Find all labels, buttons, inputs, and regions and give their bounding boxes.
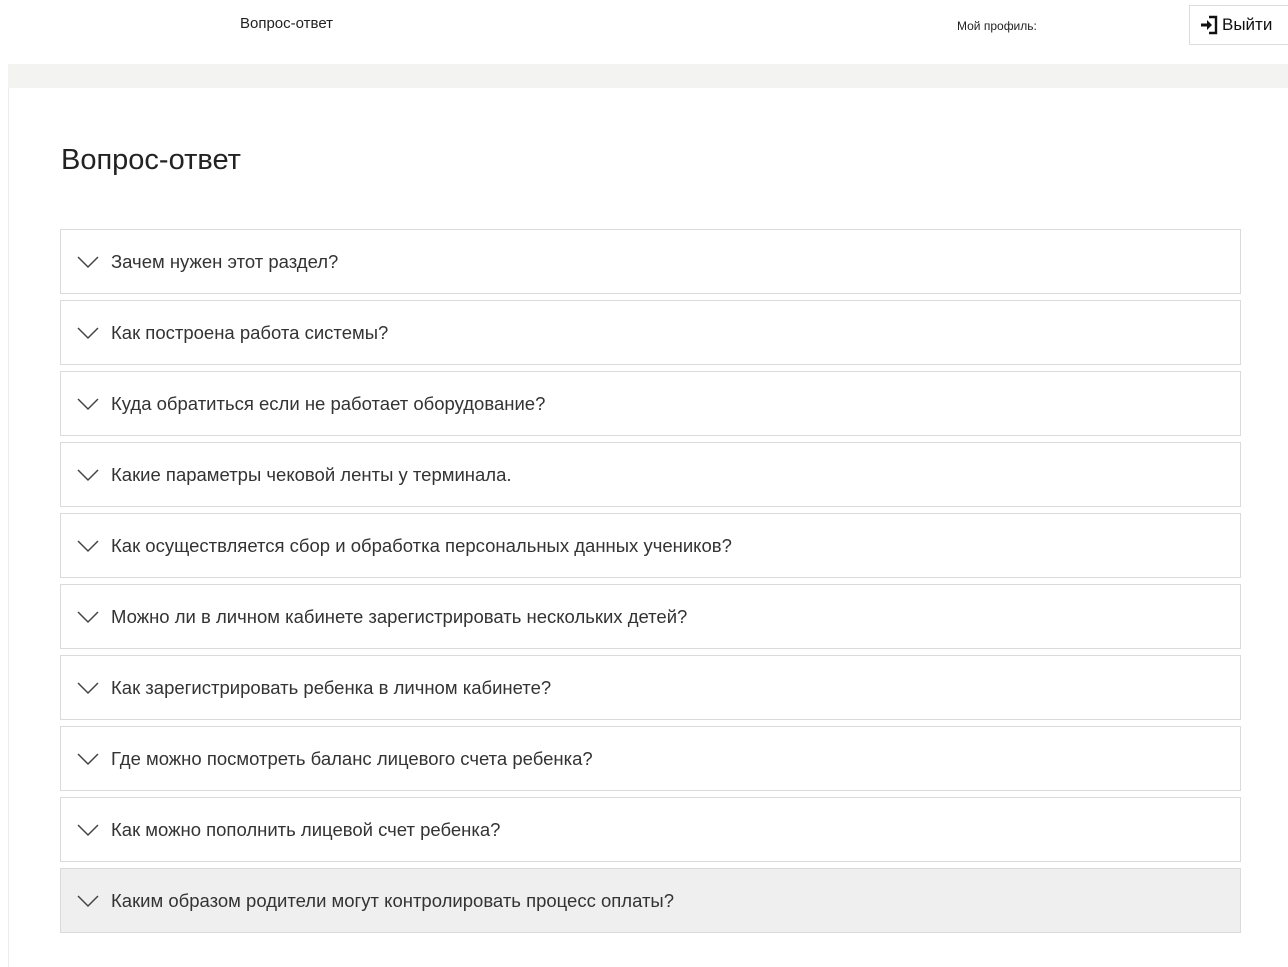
chevron-down-icon <box>77 468 99 482</box>
faq-item[interactable]: Куда обратиться если не работает оборудо… <box>60 371 1241 436</box>
chevron-down-icon <box>77 681 99 695</box>
faq-question: Как осуществляется сбор и обработка перс… <box>111 534 732 556</box>
top-bar: Вопрос-ответ Мой профиль: Выйти <box>0 0 1288 64</box>
faq-question: Как построена работа системы? <box>111 321 389 343</box>
chevron-down-icon <box>77 539 99 553</box>
faq-item[interactable]: Где можно посмотреть баланс лицевого сче… <box>60 726 1241 791</box>
logout-button[interactable]: Выйти <box>1189 5 1288 45</box>
faq-item[interactable]: Какие параметры чековой ленты у терминал… <box>60 442 1241 507</box>
faq-list: Зачем нужен этот раздел? Как построена р… <box>60 229 1241 939</box>
chevron-down-icon <box>77 255 99 269</box>
chevron-down-icon <box>77 894 99 908</box>
faq-question: Как зарегистрировать ребенка в личном ка… <box>111 676 552 698</box>
faq-item[interactable]: Как можно пополнить лицевой счет ребенка… <box>60 797 1241 862</box>
chevron-down-icon <box>77 610 99 624</box>
profile-label[interactable]: Мой профиль: <box>957 19 1037 33</box>
faq-question: Можно ли в личном кабинете зарегистриров… <box>111 605 688 627</box>
faq-question: Зачем нужен этот раздел? <box>111 250 339 272</box>
faq-question: Каким образом родители могут контролиров… <box>111 889 675 911</box>
page-title: Вопрос-ответ <box>61 144 241 176</box>
chevron-down-icon <box>77 752 99 766</box>
faq-question: Какие параметры чековой ленты у терминал… <box>111 463 512 485</box>
header-separator-band <box>8 64 1288 88</box>
faq-item[interactable]: Можно ли в личном кабинете зарегистриров… <box>60 584 1241 649</box>
faq-item[interactable]: Как осуществляется сбор и обработка перс… <box>60 513 1241 578</box>
faq-item[interactable]: Как зарегистрировать ребенка в личном ка… <box>60 655 1241 720</box>
chevron-down-icon <box>77 326 99 340</box>
faq-item[interactable]: Каким образом родители могут контролиров… <box>60 868 1241 933</box>
chevron-down-icon <box>77 397 99 411</box>
faq-question: Как можно пополнить лицевой счет ребенка… <box>111 818 501 840</box>
chevron-down-icon <box>77 823 99 837</box>
logout-label: Выйти <box>1222 15 1273 34</box>
faq-item[interactable]: Как построена работа системы? <box>60 300 1241 365</box>
nav-link-faq[interactable]: Вопрос-ответ <box>240 15 333 32</box>
faq-question: Куда обратиться если не работает оборудо… <box>111 392 546 414</box>
faq-item[interactable]: Зачем нужен этот раздел? <box>60 229 1241 294</box>
sign-in-icon <box>1199 15 1219 35</box>
faq-question: Где можно посмотреть баланс лицевого сче… <box>111 747 593 769</box>
